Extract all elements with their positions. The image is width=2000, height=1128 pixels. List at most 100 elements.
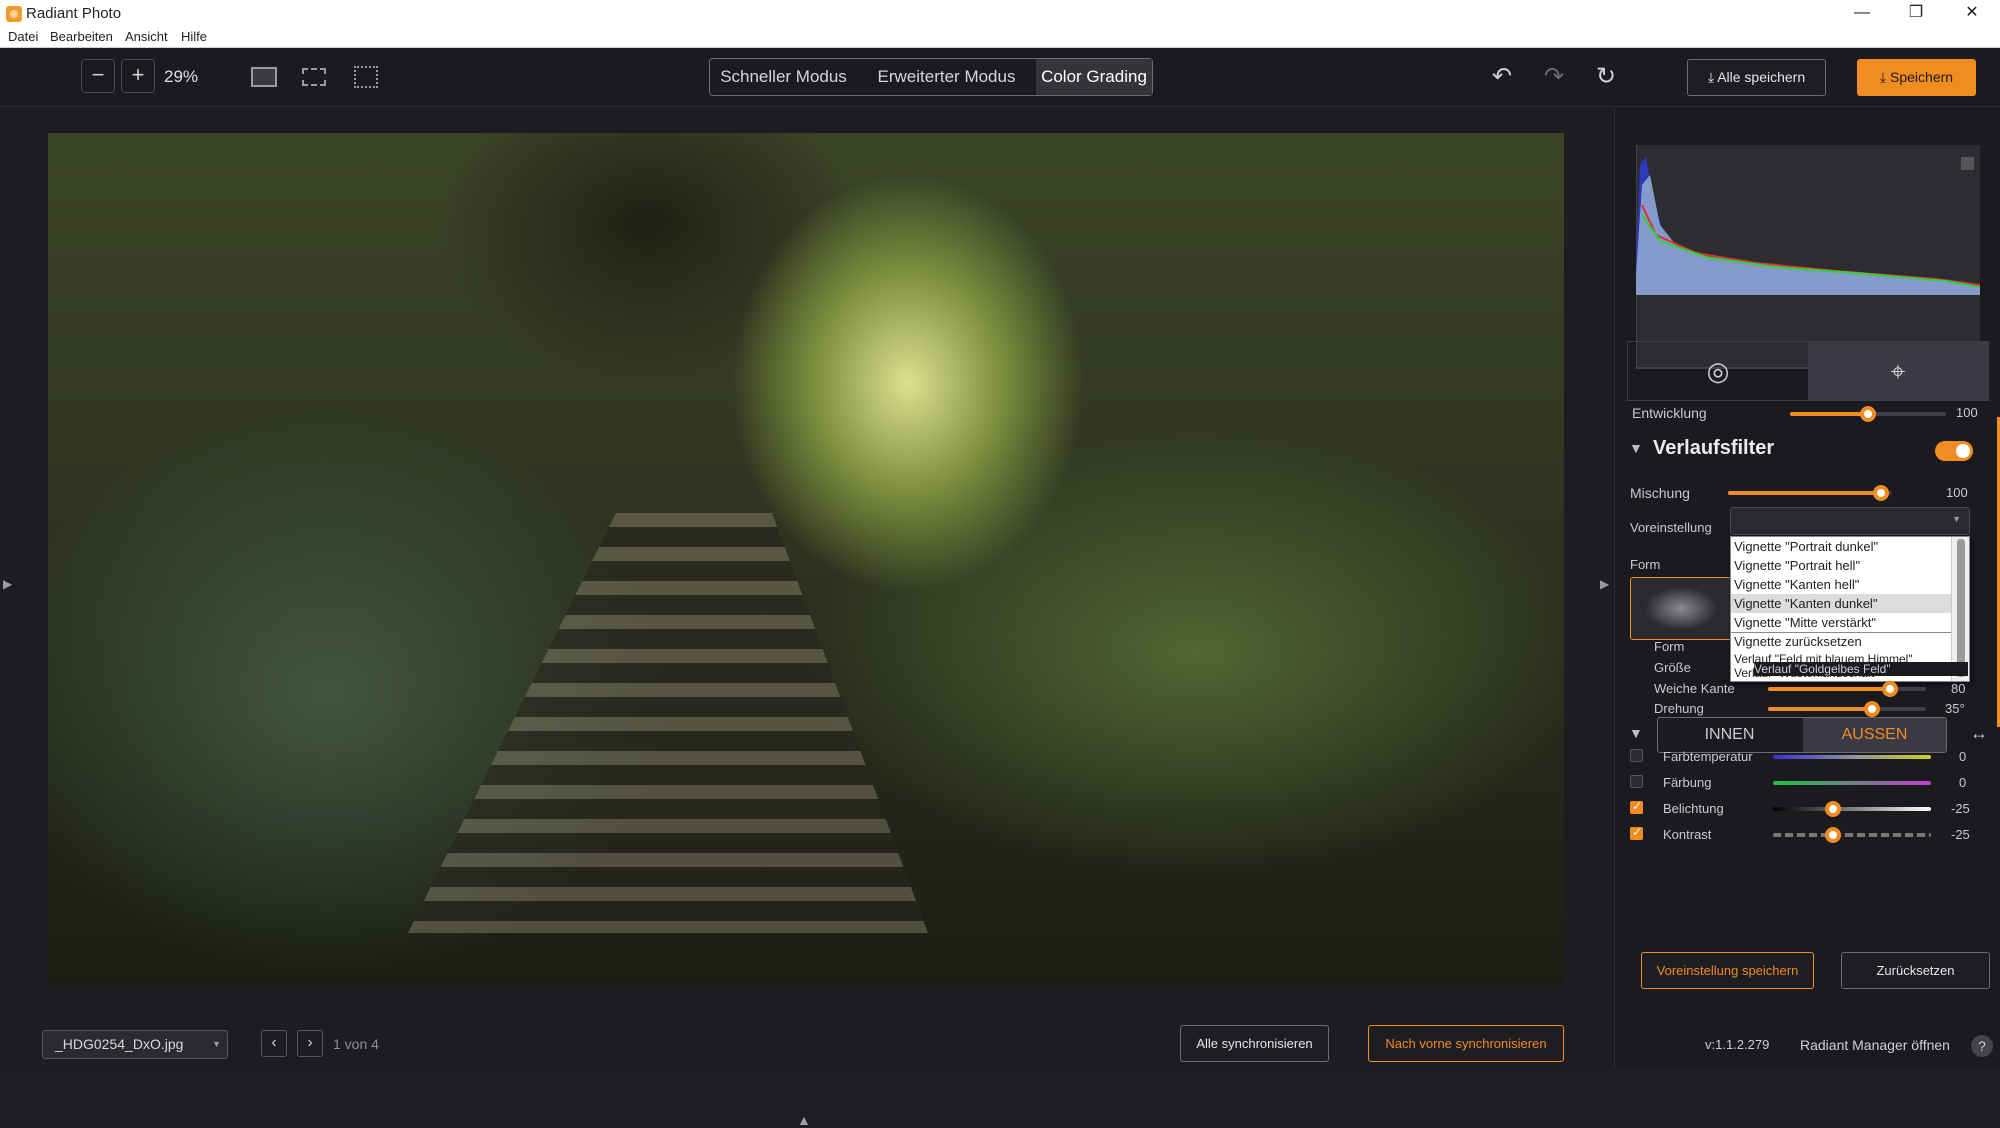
size-label: Größe [1654,660,1691,675]
feather-slider-handle[interactable] [1881,681,1898,697]
sync-all-button[interactable]: Alle synchronisieren [1180,1025,1329,1062]
rotation-value: 35° [1945,701,1965,716]
development-value: 100 [1956,405,1978,420]
inside-tab[interactable]: INNEN [1658,718,1801,752]
rotation-slider-handle[interactable] [1864,701,1881,717]
restore-button[interactable]: ❐ [1888,0,1944,27]
tint-label: Färbung [1663,775,1712,790]
exposure-slider[interactable] [1773,801,1931,817]
menu-datei[interactable]: Datei [8,29,38,44]
save-button[interactable]: ⤓ Speichern [1857,59,1976,96]
sync-forward-button[interactable]: Nach vorne synchronisieren [1368,1025,1564,1062]
prev-image-button[interactable]: ‹ [261,1030,287,1057]
close-button[interactable]: ✕ [1944,0,2000,27]
exposure-label: Belichtung [1663,801,1724,816]
preset-label: Voreinstellung [1630,520,1712,535]
save-label: Speichern [1890,69,1954,85]
form-label: Form [1654,639,1685,654]
zoom-level: 29% [164,67,199,86]
single-view-icon[interactable] [251,67,277,87]
bottom-panel-toggle-icon[interactable]: ▲ [797,1112,811,1128]
rotation-label: Drehung [1654,701,1704,716]
minimize-button[interactable]: — [1834,0,1890,27]
save-all-label: Alle speichern [1717,69,1806,85]
reset-button[interactable]: Zurücksetzen [1841,952,1990,989]
feather-slider[interactable] [1768,681,1926,697]
open-manager-link[interactable]: Radiant Manager öffnen [1800,1037,1950,1053]
file-name: _HDG0254_DxO.jpg [55,1036,184,1052]
collapse-triangle-icon[interactable]: ▼ [1629,725,1643,741]
compare-view-icon[interactable] [354,66,378,88]
tab-color-wheels-icon[interactable]: ◎ [1628,342,1808,400]
zoom-out-button[interactable]: − [81,59,115,93]
shape-label: Form [1630,557,1661,572]
save-preset-button[interactable]: Voreinstellung speichern [1641,952,1814,989]
temperature-checkbox[interactable] [1630,749,1643,762]
development-label: Entwicklung [1632,405,1707,421]
outside-tab[interactable]: AUSSEN [1803,718,1946,752]
mix-label: Mischung [1630,485,1690,501]
split-view-icon[interactable] [302,68,326,86]
preset-option[interactable]: Vignette "Portrait dunkel" [1731,537,1953,556]
contrast-value: -25 [1951,827,1970,842]
development-slider[interactable] [1790,406,1946,422]
contrast-slider[interactable] [1773,827,1931,843]
preset-option-highlighted[interactable]: Vignette "Kanten dunkel" [1731,594,1953,613]
next-image-button[interactable]: › [297,1030,323,1057]
development-slider-handle[interactable] [1860,406,1876,422]
section-title: Verlaufsfilter [1653,437,1775,459]
contrast-label: Kontrast [1663,827,1712,842]
photo-stairs [408,513,928,933]
preset-select[interactable]: ▼ [1730,507,1970,535]
preset-option[interactable]: Vignette zurücksetzen [1731,634,1953,652]
menu-hilfe[interactable]: Hilfe [181,29,207,44]
preset-option-overflow[interactable]: Verlauf "Goldgelbes Feld" [1754,662,1968,676]
preset-dropdown-list: Vignette "Portrait dunkel" Vignette "Por… [1730,536,1970,682]
save-all-button[interactable]: ⤓ Alle speichern [1687,59,1826,96]
right-panel-toggle-icon[interactable]: ▶ [1600,577,1609,591]
temperature-slider[interactable] [1773,755,1931,759]
rotation-slider[interactable] [1768,701,1926,717]
dropdown-scrollbar[interactable] [1951,537,1969,681]
preset-option[interactable]: Vignette "Mitte verstärkt" [1731,613,1953,632]
help-icon[interactable]: ? [1971,1035,1993,1057]
left-panel-toggle-icon[interactable]: ▶ [3,577,12,591]
mode-color-grading[interactable]: Color Grading [1036,59,1152,95]
image-count: 1 von 4 [333,1036,379,1052]
version-text: v:1.1.2.279 [1705,1037,1770,1052]
mix-value: 100 [1946,485,1968,500]
tab-local-adjust-icon[interactable]: ⌖ [1808,342,1988,400]
download-icon: ⤓ [1879,69,1887,85]
redo-icon[interactable]: ↷ [1539,62,1569,92]
exposure-slider-handle[interactable] [1825,801,1842,817]
collapse-triangle-icon[interactable]: ▼ [1629,440,1643,456]
menu-ansicht[interactable]: Ansicht [125,29,168,44]
photo-preview[interactable] [48,133,1564,985]
shape-thumbnail[interactable] [1630,577,1732,640]
undo-icon[interactable]: ↶ [1487,62,1517,92]
file-selector[interactable]: _HDG0254_DxO.jpg ▼ [42,1030,228,1059]
contrast-slider-handle[interactable] [1825,827,1842,843]
tint-slider[interactable] [1773,781,1931,785]
mix-slider-handle[interactable] [1872,485,1889,501]
title-bar: Radiant Photo — ❐ ✕ [0,0,2000,27]
tint-value: 0 [1959,775,1967,790]
gradient-filter-toggle[interactable] [1935,441,1973,461]
contrast-checkbox[interactable] [1630,825,1643,840]
inside-outside-switch: INNEN AUSSEN [1657,717,1947,753]
menu-bearbeiten[interactable]: Bearbeiten [50,29,113,44]
temperature-value: 0 [1959,749,1967,764]
preset-option[interactable]: Vignette "Portrait hell" [1731,556,1953,575]
exposure-checkbox[interactable] [1630,799,1643,814]
toolbar: − + 29% Schneller Modus Erweiterter Modu… [0,48,2000,107]
swap-icon[interactable]: ↔ [1970,723,1988,744]
reset-icon[interactable]: ↻ [1591,62,1621,92]
feather-value: 80 [1951,681,1966,696]
mix-slider[interactable] [1728,485,1892,501]
tint-checkbox[interactable] [1630,775,1643,788]
zoom-in-button[interactable]: + [121,59,155,93]
preset-option[interactable]: Vignette "Kanten hell" [1731,575,1953,594]
mode-advanced[interactable]: Erweiterter Modus [857,59,1036,95]
exposure-value: -25 [1951,801,1970,816]
mode-quick[interactable]: Schneller Modus [710,59,857,95]
